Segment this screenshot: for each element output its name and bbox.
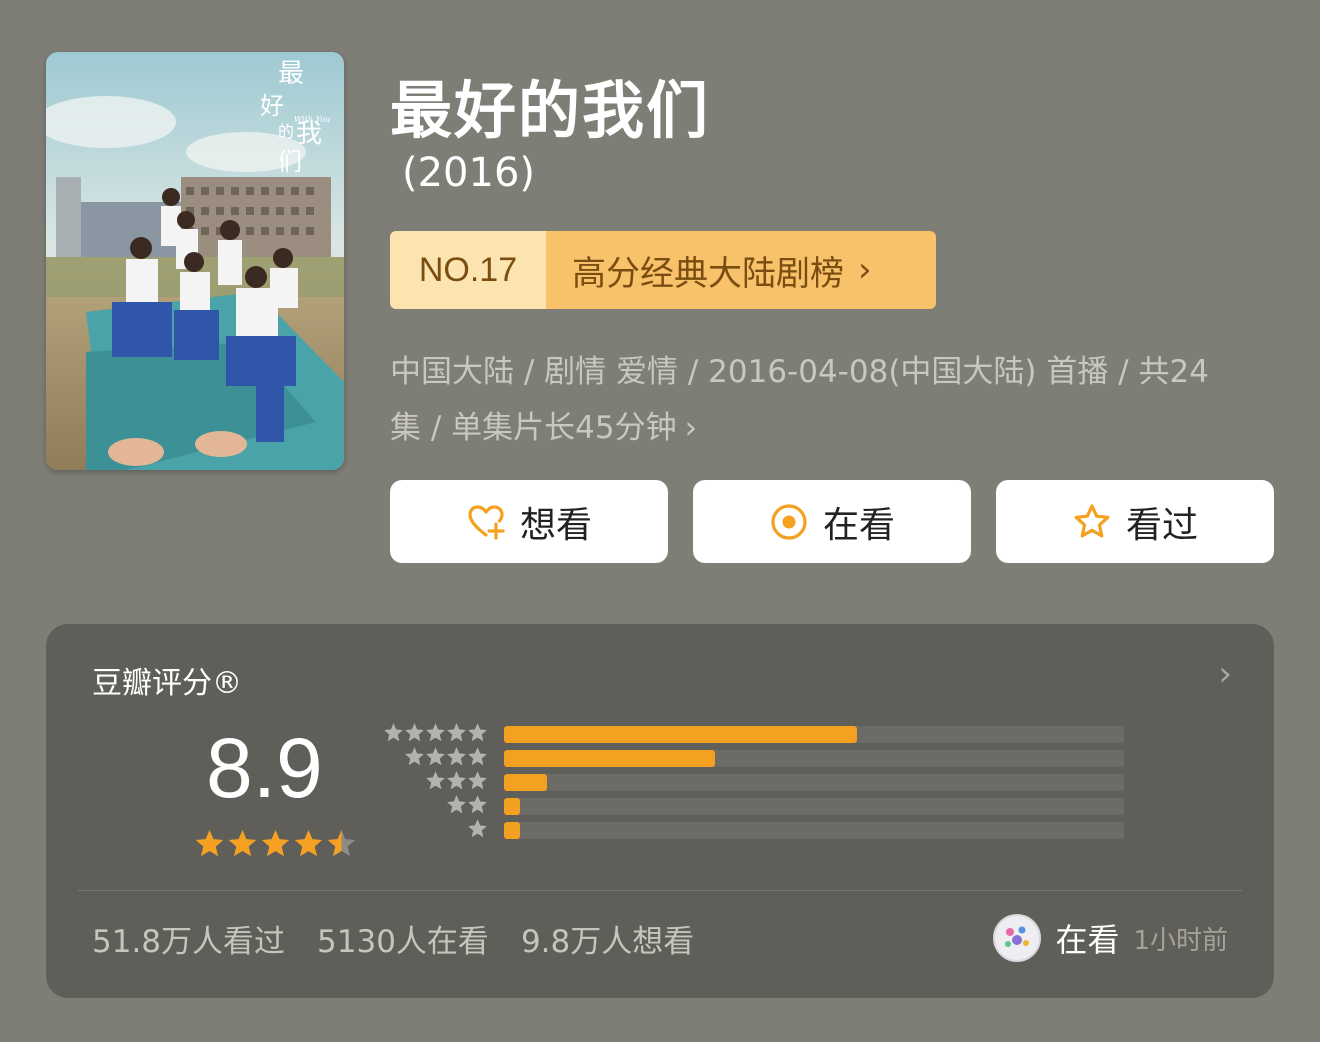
target-circle-icon [769,502,809,542]
chevron-right-icon: › [684,410,698,446]
svg-text:好: 好 [260,92,284,120]
friend-time: 1小时前 [1133,925,1228,956]
star-icon [446,794,467,819]
chevron-right-icon[interactable]: › [1218,654,1232,694]
chevron-right-icon: › [858,250,872,290]
distribution-row [384,723,1124,743]
distribution-stars [404,746,488,771]
star-icon [425,746,446,771]
meta-line-2: 集 / 单集片长45分钟 [390,410,677,446]
want-count: 9.8万人想看 [520,924,695,960]
distribution-row [384,795,1124,815]
heart-plus-icon [466,502,506,542]
star-icon [467,794,488,819]
distribution-bar-fill [504,774,547,791]
star-icon [467,722,488,747]
distribution-bar-track [504,798,1124,815]
rank-list-name: 高分经典大陆剧榜 [572,253,844,294]
want-to-watch-button[interactable]: 想看 [390,480,668,563]
show-year: (2016) [402,150,536,196]
star-icon [467,818,488,843]
distribution-bar-track [504,726,1124,743]
svg-text:最: 最 [278,59,304,89]
star-icon [446,770,467,795]
watching-button[interactable]: 在看 [693,480,971,563]
rank-badge[interactable]: NO.17 高分经典大陆剧榜 › [390,231,936,309]
rating-score: 8.9 [206,721,323,815]
star-outline-icon [1072,502,1112,542]
watched-button[interactable]: 看过 [996,480,1274,563]
star-icon [446,722,467,747]
rank-number: NO.17 [390,231,546,309]
star-icon [446,746,467,771]
watching-label: 在看 [822,504,895,546]
star-icon [404,722,425,747]
distribution-stars [446,794,488,819]
star-icon [467,746,488,771]
friend-activity[interactable]: 在看 1小时前 [993,914,1228,962]
distribution-bar-track [504,750,1124,767]
rank-list-name-container: 高分经典大陆剧榜 › [546,231,936,309]
star-icon [425,770,446,795]
svg-text:With You: With You [294,115,330,124]
star-icon [425,722,446,747]
rating-star-icon [260,828,291,863]
rating-stars [194,828,357,863]
divider [78,890,1242,891]
distribution-bar-fill [504,798,520,815]
rating-star-icon [326,828,357,863]
meta-line-1: 中国大陆 / 剧情 爱情 / 2016-04-08(中国大陆) 首播 / 共24 [390,354,1209,390]
distribution-bar-track [504,774,1124,791]
watched-label: 看过 [1125,504,1198,546]
distribution-bar-fill [504,822,520,839]
distribution-stars [383,722,488,747]
star-icon [383,722,404,747]
star-icon [467,770,488,795]
action-buttons: 想看 在看 看过 [390,480,1274,563]
distribution-row [384,771,1124,791]
distribution-row [384,747,1124,767]
douban-rating-label: 豆瓣评分® [92,666,242,701]
star-icon [404,746,425,771]
avatar[interactable] [993,914,1042,962]
distribution-row [384,819,1124,839]
friend-status: 在看 [1055,921,1120,959]
distribution-bar-fill [504,726,857,743]
distribution-stars [425,770,488,795]
rating-card[interactable]: 豆瓣评分® › 8.9 51.8万人看过 5130人在看 9.8万人想看 在看 … [46,624,1274,998]
meta-line-2-wrap: 集 / 单集片长45分钟 › [390,400,1260,456]
watched-count: 51.8万人看过 [92,924,286,960]
svg-text:的: 的 [278,122,294,141]
svg-text:们: 们 [278,148,302,176]
watch-stats: 51.8万人看过 5130人在看 9.8万人想看 [92,916,694,961]
watching-count: 5130人在看 [317,924,489,960]
distribution-stars [467,818,488,843]
rating-star-icon [194,828,225,863]
distribution-bar-fill [504,750,715,767]
show-meta[interactable]: 中国大陆 / 剧情 爱情 / 2016-04-08(中国大陆) 首播 / 共24… [390,344,1260,456]
want-to-watch-label: 想看 [519,504,592,546]
rating-star-icon [227,828,258,863]
distribution-bar-track [504,822,1124,839]
rating-star-icon [293,828,324,863]
show-title: 最好的我们 [390,74,711,147]
poster-image[interactable]: 最 好 的 我 们 With You [46,52,344,470]
